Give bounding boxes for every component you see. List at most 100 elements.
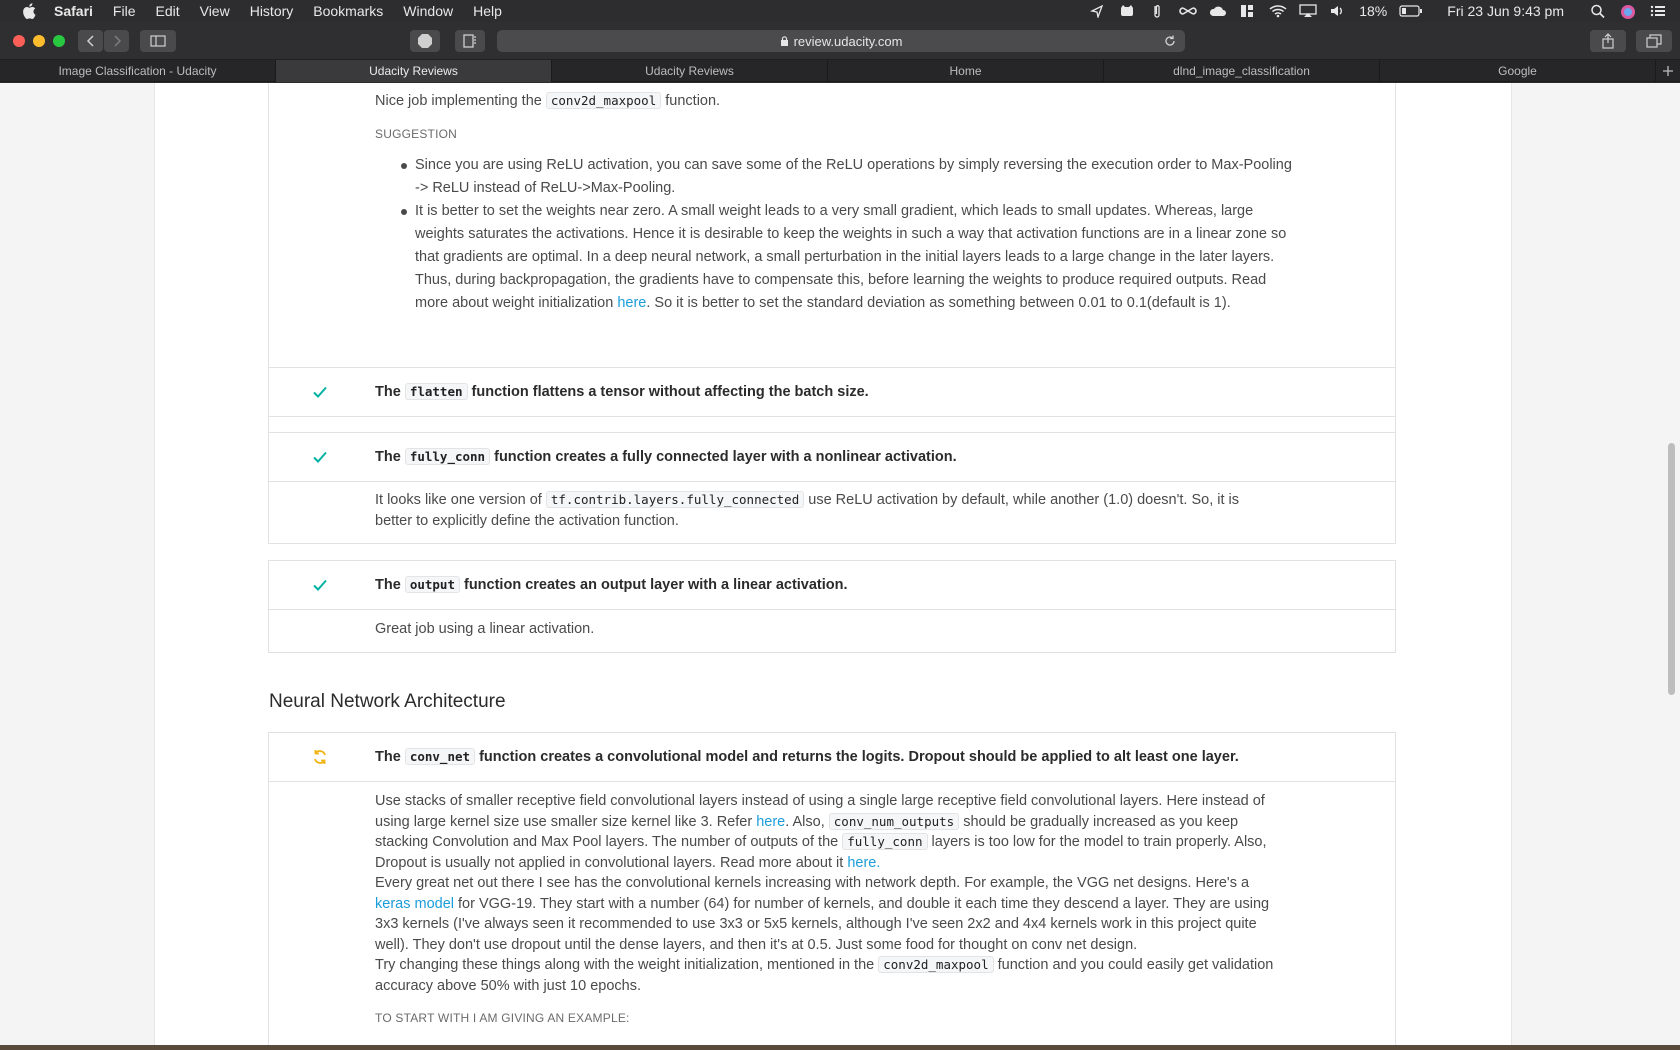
siri-icon[interactable] — [1620, 4, 1636, 19]
menu-edit[interactable]: Edit — [155, 3, 179, 19]
paperclip-icon[interactable] — [1149, 4, 1165, 18]
rubric-title: The output function creates an output la… — [375, 576, 848, 593]
tab-home[interactable]: Home — [828, 60, 1104, 82]
requires-changes-icon — [314, 750, 326, 764]
tab-bar: Image Classification - Udacity Udacity R… — [0, 60, 1680, 82]
reviewer-comment: Nice job implementing the conv2d_maxpool… — [375, 89, 1295, 315]
cat-icon[interactable] — [1119, 4, 1135, 18]
share-icon — [1602, 33, 1614, 49]
weight-init-link[interactable]: here — [617, 295, 646, 311]
rubric-header: The output function creates an output la… — [269, 561, 1395, 609]
rubric-header: The flatten function flattens a tensor w… — [269, 368, 1395, 416]
wifi-icon[interactable] — [1269, 4, 1287, 18]
rubric-header: The conv_net function creates a convolut… — [269, 733, 1395, 781]
spotlight-search-icon[interactable] — [1590, 4, 1606, 19]
suggestion-bullet-1: Since you are using ReLU activation, you… — [415, 157, 1292, 196]
code-conv2d-maxpool: conv2d_maxpool — [545, 92, 662, 109]
checkmark-icon — [313, 386, 327, 398]
menu-history[interactable]: History — [250, 3, 294, 19]
code-fully-conn-inline: fully_conn — [842, 833, 928, 850]
close-window-button[interactable] — [13, 35, 25, 47]
back-button[interactable] — [78, 30, 103, 52]
title-pre: The — [375, 577, 401, 593]
chevron-right-icon — [113, 35, 121, 47]
nice-job-post: function. — [665, 93, 721, 109]
adblock-plus-button[interactable] — [410, 30, 440, 52]
cloud-icon[interactable] — [1209, 4, 1227, 18]
minimize-window-button[interactable] — [33, 35, 45, 47]
code-fully-conn: fully_conn — [404, 448, 491, 465]
share-button[interactable] — [1590, 30, 1626, 52]
page-scrollbar[interactable] — [1668, 443, 1675, 695]
code-tf-fully-connected: tf.contrib.layers.fully_connected — [545, 491, 805, 508]
menu-view[interactable]: View — [200, 3, 230, 19]
notification-center-icon[interactable] — [1650, 4, 1666, 18]
code-output: output — [404, 576, 460, 593]
notebook-icon — [463, 34, 476, 48]
rubric-item-fully-conn: The fully_conn function creates a fully … — [268, 432, 1396, 544]
comment-pre: It looks like one version of — [375, 492, 542, 508]
plus-icon — [1663, 65, 1673, 76]
menu-window[interactable]: Window — [403, 3, 453, 19]
rubric-title: The fully_conn function creates a fully … — [375, 448, 957, 465]
list-item: It is better to set the weights near zer… — [375, 200, 1295, 315]
menu-app-safari[interactable]: Safari — [54, 3, 93, 19]
menu-help[interactable]: Help — [473, 3, 502, 19]
code-flatten: flatten — [404, 383, 468, 400]
onenote-clipper-button[interactable] — [455, 30, 485, 52]
comment-paragraph: Try changing these things along with the… — [375, 955, 1277, 996]
zoom-window-button[interactable] — [53, 35, 65, 47]
dropout-link[interactable]: here. — [847, 855, 880, 871]
battery-icon[interactable] — [1399, 4, 1423, 18]
rubric-title: The conv_net function creates a convolut… — [375, 748, 1239, 765]
address-bar[interactable]: review.udacity.com — [497, 30, 1185, 52]
code-conv2d-maxpool-inline: conv2d_maxpool — [878, 956, 994, 973]
comment-paragraph: Every great net out there I see has the … — [375, 873, 1277, 955]
tab-udacity-reviews[interactable]: Udacity Reviews — [552, 60, 828, 82]
sidebar-toggle-button[interactable] — [140, 30, 176, 52]
title-pre: The — [375, 749, 401, 765]
comment-paragraph: Use stacks of smaller receptive field co… — [375, 791, 1277, 873]
p2-text-b: for VGG-19. They start with a number (64… — [375, 895, 1270, 953]
suggestion-list: Since you are using ReLU activation, you… — [375, 154, 1295, 315]
p3-text-a: Try changing these things along with the… — [375, 957, 875, 973]
infinity-icon[interactable] — [1179, 4, 1197, 18]
rubric-header: The fully_conn function creates a fully … — [269, 433, 1395, 481]
clock[interactable]: Fri 23 Jun 9:43 pm — [1447, 3, 1564, 19]
reviewer-comment: It looks like one version of tf.contrib.… — [269, 481, 1395, 540]
forward-button[interactable] — [104, 30, 129, 52]
new-tab-button[interactable] — [1656, 60, 1680, 81]
tab-udacity-reviews-active[interactable]: Udacity Reviews — [276, 60, 552, 82]
title-post: function flattens a tensor without affec… — [471, 384, 869, 400]
title-post: function creates a fully connected layer… — [494, 449, 957, 465]
tabs-overview-icon — [1646, 34, 1662, 48]
receptive-field-link[interactable]: here — [756, 814, 785, 830]
url-text: review.udacity.com — [793, 33, 903, 49]
code-conv-num-outputs: conv_num_outputs — [828, 812, 960, 830]
grid-icon[interactable] — [1239, 4, 1255, 18]
reviewer-comment: Great job using a linear activation. — [269, 609, 1395, 649]
tab-google[interactable]: Google — [1380, 60, 1656, 82]
checkmark-icon — [313, 579, 327, 591]
reload-icon[interactable] — [1163, 34, 1177, 48]
nice-job-pre: Nice job implementing the — [375, 93, 542, 109]
list-item: Since you are using ReLU activation, you… — [375, 154, 1295, 200]
tab-image-classification[interactable]: Image Classification - Udacity — [0, 60, 276, 82]
suggestion-label: SUGGESTION — [375, 127, 458, 141]
location-arrow-icon[interactable] — [1089, 4, 1105, 20]
rubric-title: The flatten function flattens a tensor w… — [375, 383, 869, 400]
airplay-icon[interactable] — [1299, 4, 1317, 18]
tab-dlnd-image-classification[interactable]: dlnd_image_classification — [1104, 60, 1380, 82]
title-pre: The — [375, 384, 401, 400]
page-viewport: Nice job implementing the conv2d_maxpool… — [0, 83, 1680, 1050]
menu-bookmarks[interactable]: Bookmarks — [313, 3, 383, 19]
menu-file[interactable]: File — [113, 3, 136, 19]
volume-icon[interactable] — [1329, 4, 1345, 18]
apple-logo-icon[interactable] — [20, 2, 38, 20]
desktop-background-strip — [0, 1045, 1680, 1050]
keras-model-link[interactable]: keras model — [375, 896, 454, 912]
rubric-item-conv-net: The conv_net function creates a convolut… — [268, 732, 1396, 1050]
title-post: function creates a convolutional model a… — [479, 749, 1239, 765]
tab-overview-button[interactable] — [1636, 30, 1672, 52]
suggestion-bullet-2-post: . So it is better to set the standard de… — [646, 295, 1231, 311]
